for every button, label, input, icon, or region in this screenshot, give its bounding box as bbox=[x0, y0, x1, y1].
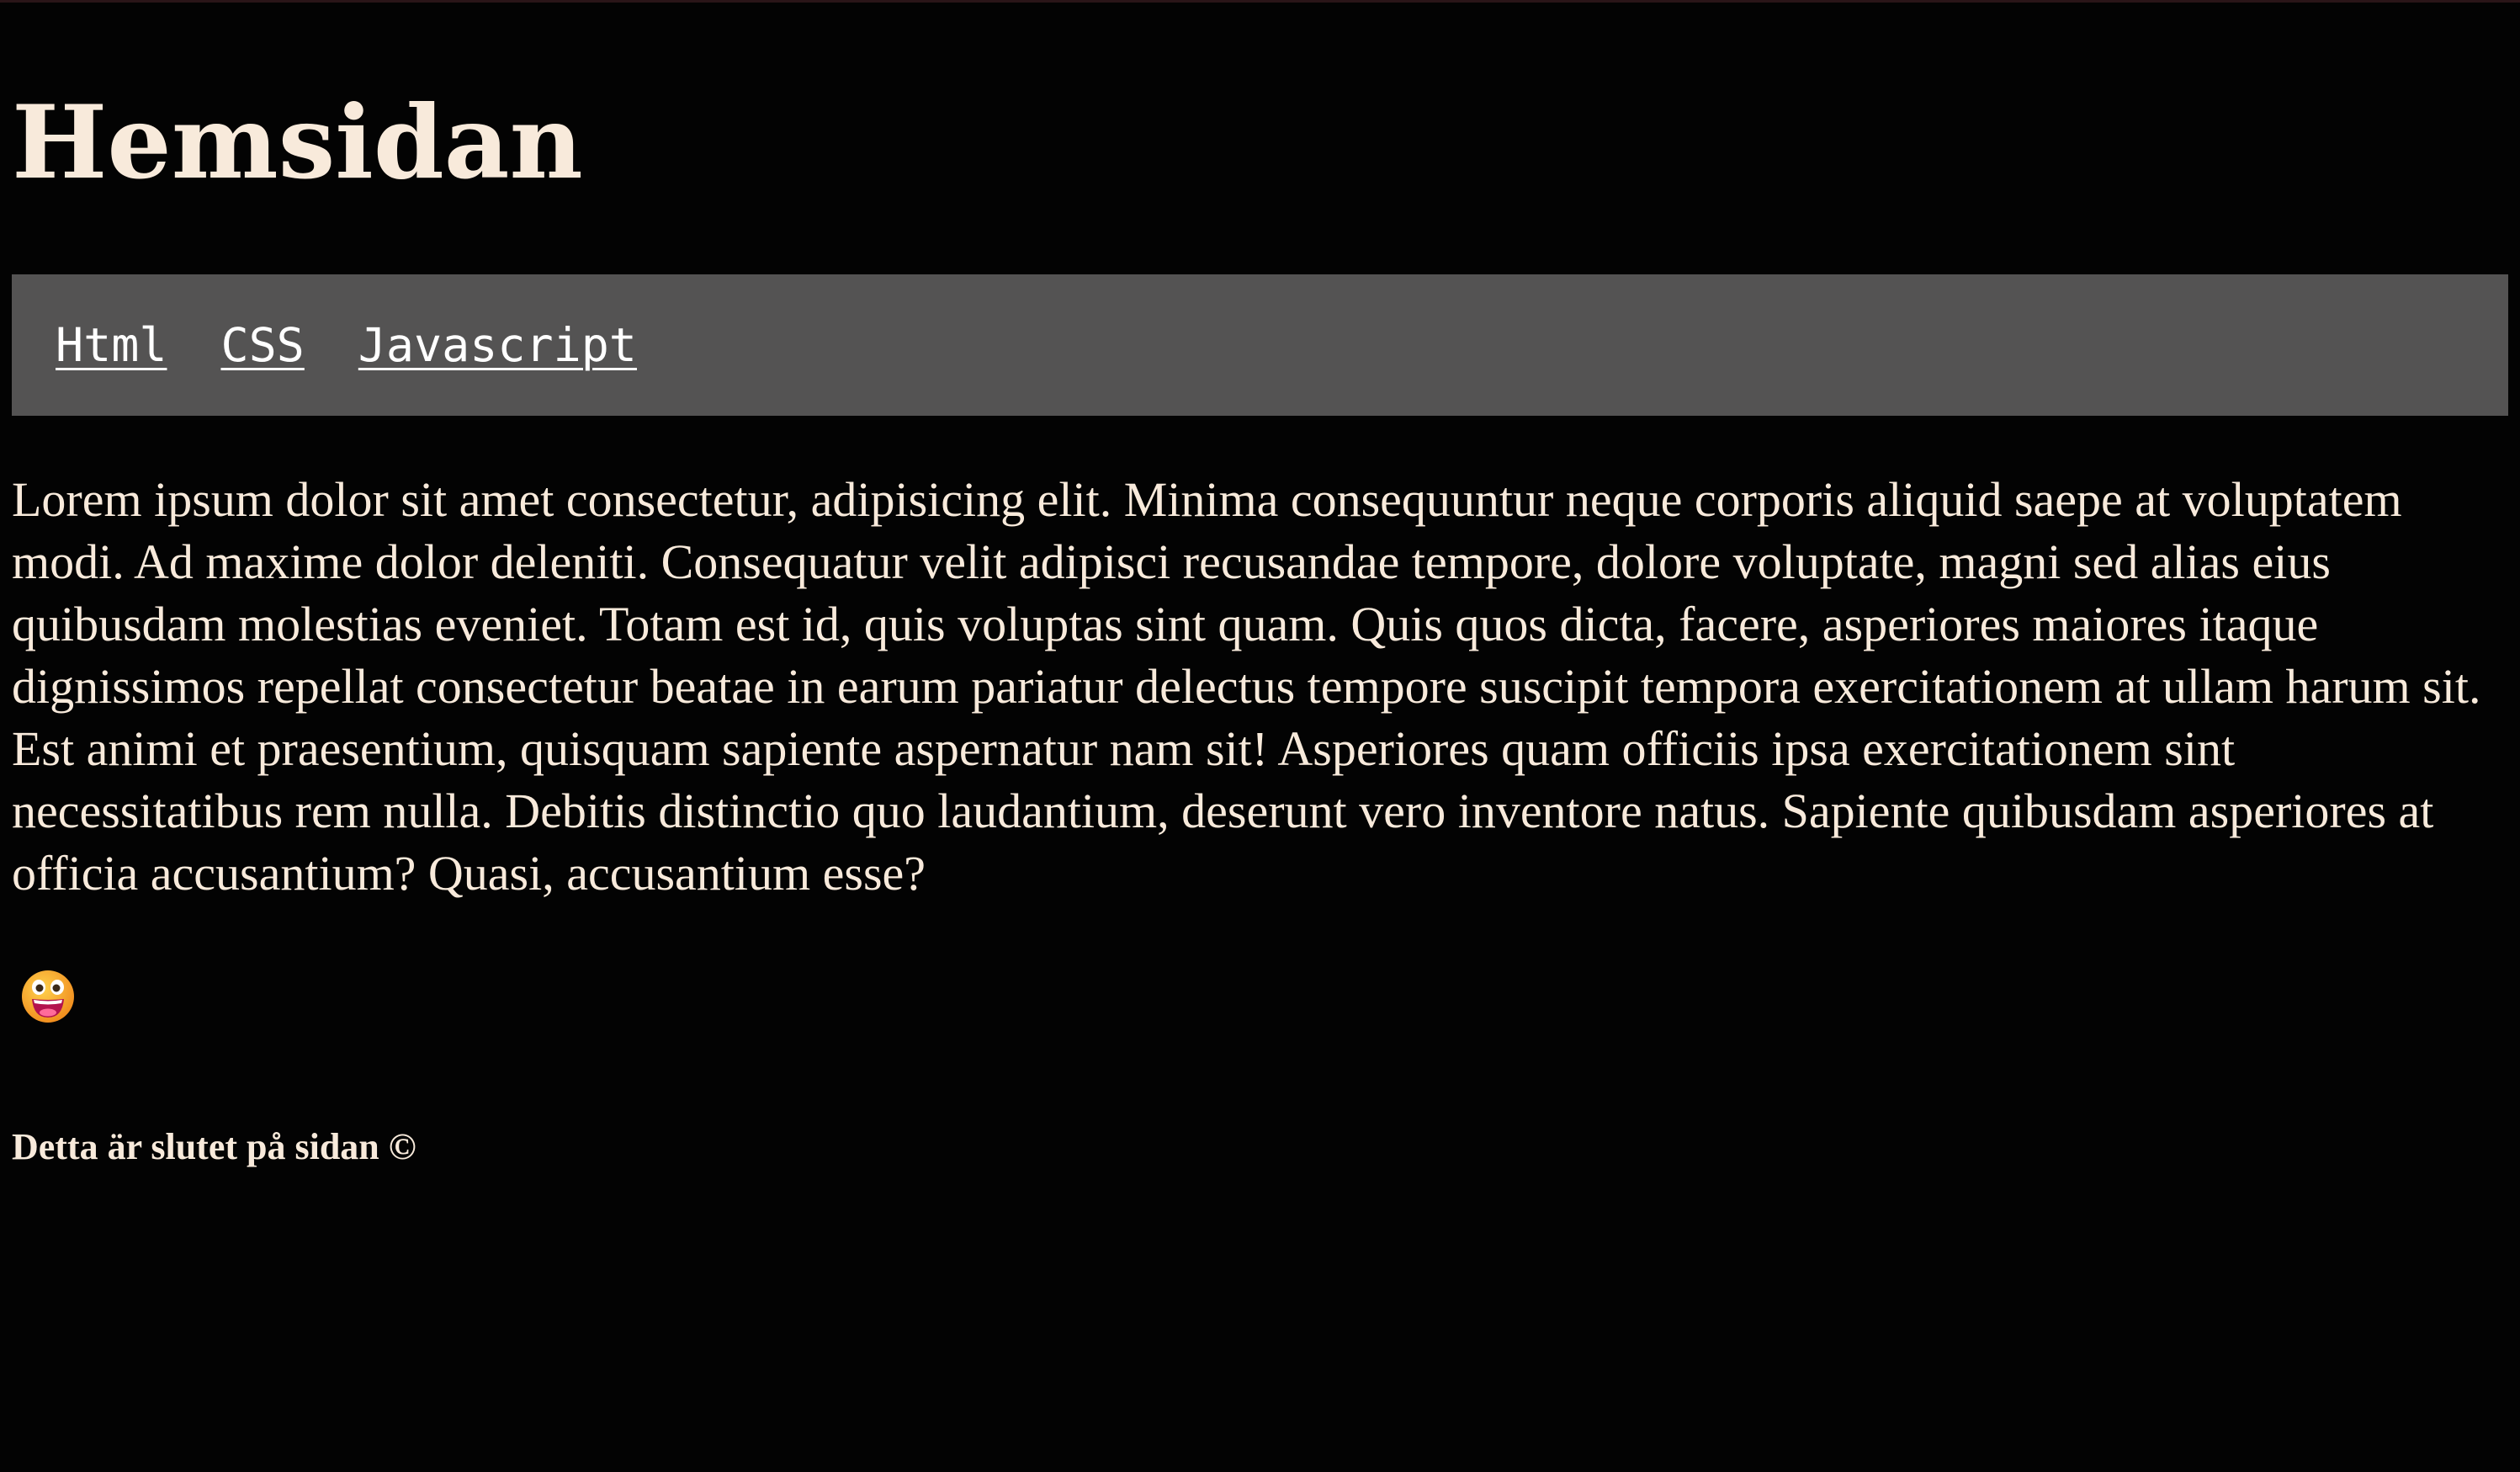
nav-link-javascript[interactable]: Javascript bbox=[358, 318, 637, 372]
nav-bar: Html CSS Javascript bbox=[12, 274, 2508, 416]
grinning-face-icon bbox=[22, 970, 74, 1023]
nav-link-html[interactable]: Html bbox=[56, 318, 167, 372]
lorem-paragraph: Lorem ipsum dolor sit amet consectetur, … bbox=[12, 472, 2481, 901]
page: Hemsidan Html CSS Javascript Lorem ipsum… bbox=[0, 0, 2520, 1472]
footer-text: Detta är slutet på sidan © bbox=[12, 1126, 416, 1167]
page-title: Hemsidan bbox=[12, 83, 583, 202]
nav-link-css[interactable]: CSS bbox=[220, 318, 304, 372]
